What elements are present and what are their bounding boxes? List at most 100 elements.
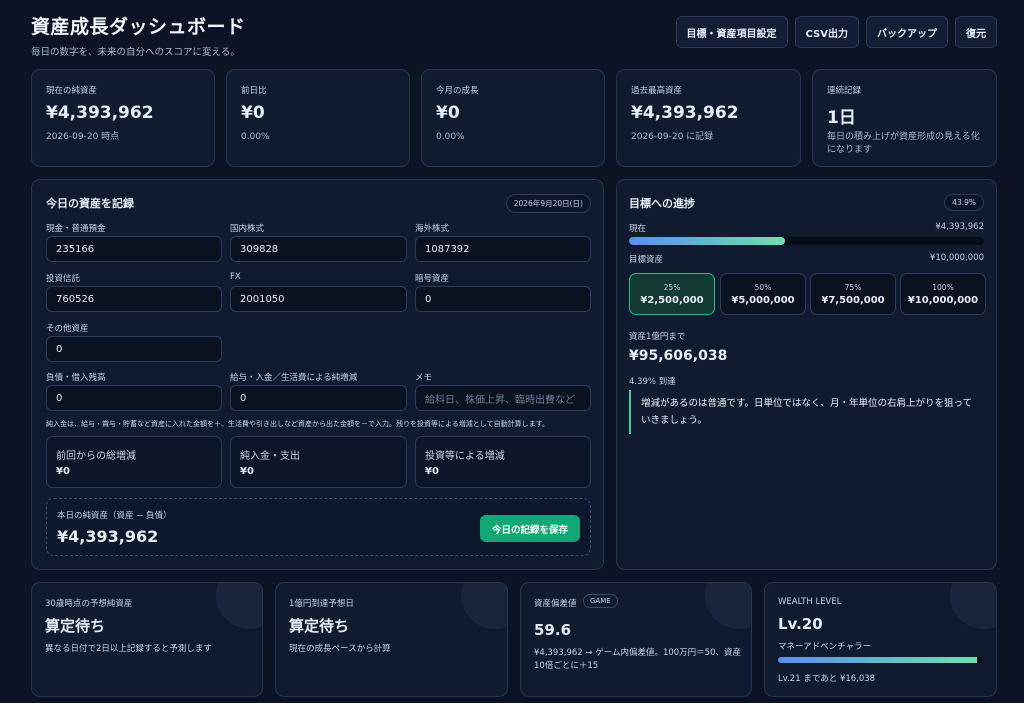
decorative-circle bbox=[461, 583, 507, 629]
next-level-text: Lv.21 まであと ¥16,038 bbox=[778, 674, 876, 684]
stat-label: 今月の成長 bbox=[436, 86, 479, 96]
forecast-age30-card: 30歳時点の予想純資産 算定待ち 異なる日付で2日以上記録すると予測します bbox=[31, 582, 263, 697]
field-label-memo: メモ bbox=[415, 373, 433, 383]
summary-net-deposit: 純入金・支出 ¥0 bbox=[230, 436, 407, 488]
wealth-level-card: WEALTH LEVEL Lv.20 マネーアドベンチャラー Lv.21 まであ… bbox=[764, 582, 997, 697]
domestic-stock-input[interactable]: 309828 bbox=[230, 236, 407, 262]
deviation-card: 資産偏差値 GAME 59.6 ¥4,393,962 → ゲーム内偏差値。100… bbox=[520, 582, 752, 697]
oku-date-value: 算定待ち bbox=[289, 617, 350, 635]
summary-label: 純入金・支出 bbox=[240, 451, 300, 462]
goal-panel: 目標への進捗 43.9% 現在 ¥4,393,962 目標資産 ¥10,000,… bbox=[616, 179, 997, 570]
oku-date-sub: 現在の成長ペースから計算 bbox=[289, 644, 391, 654]
stat-label: 現在の純資産 bbox=[46, 86, 98, 96]
field-label-cash: 現金・普通預金 bbox=[46, 224, 106, 234]
game-badge: GAME bbox=[583, 594, 618, 608]
page-header: 資産成長ダッシュボード 毎日の数字を、未来の自分へのスコアに変える。 bbox=[31, 12, 246, 58]
milestone-amount: ¥10,000,000 bbox=[907, 295, 979, 306]
restore-button[interactable]: 復元 bbox=[955, 16, 997, 48]
summary-label: 前回からの総増減 bbox=[56, 451, 136, 462]
net-worth-label: 本日の純資産（資産 − 負債） bbox=[57, 511, 172, 521]
oku-value: ¥95,606,038 bbox=[629, 348, 728, 364]
field-label-crypto: 暗号資産 bbox=[415, 274, 450, 284]
stat-value: ¥4,393,962 bbox=[46, 103, 154, 123]
summary-value: ¥0 bbox=[425, 466, 439, 477]
stat-card-month-growth: 今月の成長 ¥0 0.00% bbox=[421, 69, 605, 167]
stat-value: ¥4,393,962 bbox=[631, 103, 739, 123]
stat-card-streak: 連続記録 1日 毎日の積み上げが資産形成の見える化になります bbox=[812, 69, 997, 167]
stat-value: 1日 bbox=[827, 108, 856, 128]
decorative-circle bbox=[705, 583, 751, 629]
input-help-note: 純入金は、給与・賞与・貯蓄など資産に入れた金額を＋、生活費や引き出しなど資産から… bbox=[46, 420, 549, 428]
deviation-value: 59.6 bbox=[534, 621, 572, 639]
cash-input[interactable]: 235166 bbox=[46, 236, 222, 262]
stat-label: 過去最高資産 bbox=[631, 86, 683, 96]
field-label-net-cashflow: 給与・入金／生活費による純増減 bbox=[230, 373, 358, 383]
milestone-pct: 25% bbox=[663, 283, 681, 292]
field-label-debt: 負債・借入残高 bbox=[46, 373, 106, 383]
milestone-75[interactable]: 75% ¥7,500,000 bbox=[810, 273, 896, 315]
goal-percent-badge: 43.9% bbox=[944, 194, 984, 211]
decorative-circle bbox=[950, 583, 996, 629]
milestone-amount: ¥2,500,000 bbox=[640, 295, 704, 306]
oku-progress-text: 4.39% 到達 bbox=[629, 377, 676, 387]
date-badge: 2026年9月20日(日) bbox=[505, 194, 591, 213]
target-value: ¥10,000,000 bbox=[929, 253, 984, 263]
motivation-quote: 増減があるのは普通です。日単位ではなく、月・年単位の右肩上がりを狙っていきましょ… bbox=[629, 390, 984, 434]
milestone-pct: 75% bbox=[844, 283, 862, 292]
milestone-pct: 50% bbox=[754, 283, 772, 292]
deviation-sub: ¥4,393,962 → ゲーム内偏差値。100万円＝50、資産10倍ごとに＋1… bbox=[534, 648, 741, 671]
field-label-other-assets: その他資産 bbox=[46, 324, 89, 334]
record-panel: 今日の資産を記録 2026年9月20日(日) 現金・普通預金 235166 国内… bbox=[31, 179, 604, 570]
net-cashflow-input[interactable]: 0 bbox=[230, 385, 407, 411]
field-label-fx: FX bbox=[230, 272, 241, 282]
fx-input[interactable]: 2001050 bbox=[230, 286, 407, 312]
deviation-label: 資産偏差値 bbox=[534, 599, 577, 609]
milestone-100[interactable]: 100% ¥10,000,000 bbox=[900, 273, 986, 315]
wealth-level-title: マネーアドベンチャラー bbox=[778, 642, 872, 652]
stat-sub: 0.00% bbox=[436, 132, 465, 142]
page-subtitle: 毎日の数字を、未来の自分へのスコアに変える。 bbox=[31, 47, 240, 58]
oku-date-card: 1億円到達予想日 算定待ち 現在の成長ペースから計算 bbox=[275, 582, 508, 697]
stat-card-all-time-high: 過去最高資産 ¥4,393,962 2026-09-20 に記録 bbox=[616, 69, 801, 167]
foreign-stock-input[interactable]: 1087392 bbox=[415, 236, 591, 262]
field-label-mutual-fund: 投資信託 bbox=[46, 274, 81, 284]
memo-input[interactable]: 給料日、株価上昇、臨時出費など bbox=[415, 385, 591, 411]
decorative-circle bbox=[216, 583, 262, 629]
milestone-25[interactable]: 25% ¥2,500,000 bbox=[629, 273, 715, 315]
forecast-age30-sub: 異なる日付で2日以上記録すると予測します bbox=[45, 644, 212, 654]
current-label: 現在 bbox=[629, 224, 647, 234]
goal-title: 目標への進捗 bbox=[629, 197, 695, 210]
stat-label: 連続記録 bbox=[827, 86, 862, 96]
stat-sub: 2026-09-20 に記録 bbox=[631, 132, 714, 142]
crypto-input[interactable]: 0 bbox=[415, 286, 591, 312]
summary-value: ¥0 bbox=[240, 466, 254, 477]
debt-input[interactable]: 0 bbox=[46, 385, 222, 411]
top-actions: 目標・資産項目設定 CSV出力 バックアップ 復元 bbox=[675, 16, 997, 48]
milestone-50[interactable]: 50% ¥5,000,000 bbox=[720, 273, 806, 315]
stat-value: ¥0 bbox=[436, 103, 460, 123]
field-label-domestic-stock: 国内株式 bbox=[230, 224, 265, 234]
stat-card-day-change: 前日比 ¥0 0.00% bbox=[226, 69, 410, 167]
backup-button[interactable]: バックアップ bbox=[866, 16, 948, 48]
mutual-fund-input[interactable]: 760526 bbox=[46, 286, 222, 312]
field-label-foreign-stock: 海外株式 bbox=[415, 224, 450, 234]
wealth-level-value: Lv.20 bbox=[778, 615, 823, 633]
goal-settings-button[interactable]: 目標・資産項目設定 bbox=[675, 16, 788, 48]
goal-progress-fill bbox=[629, 237, 785, 245]
record-title: 今日の資産を記録 bbox=[46, 197, 134, 210]
level-progress-bar bbox=[778, 657, 983, 663]
summary-value: ¥0 bbox=[56, 466, 70, 477]
stat-value: ¥0 bbox=[241, 103, 265, 123]
level-progress-fill bbox=[778, 657, 977, 663]
stat-sub: 2026-09-20 時点 bbox=[46, 132, 120, 142]
summary-investment-change: 投資等による増減 ¥0 bbox=[415, 436, 591, 488]
current-value: ¥4,393,962 bbox=[935, 222, 984, 232]
summary-label: 投資等による増減 bbox=[425, 451, 505, 462]
milestone-pct: 100% bbox=[932, 283, 954, 292]
goal-progress-bar bbox=[629, 237, 984, 245]
csv-export-button[interactable]: CSV出力 bbox=[794, 16, 859, 48]
milestone-amount: ¥7,500,000 bbox=[821, 295, 885, 306]
forecast-age30-label: 30歳時点の予想純資産 bbox=[45, 599, 133, 609]
save-record-button[interactable]: 今日の記録を保存 bbox=[479, 515, 580, 542]
other-assets-input[interactable]: 0 bbox=[46, 336, 222, 362]
